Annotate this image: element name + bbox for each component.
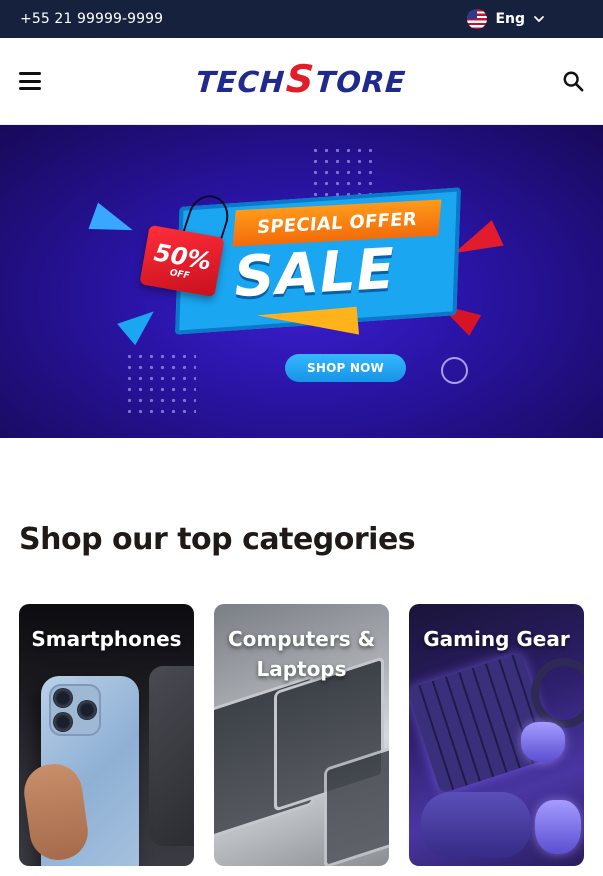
logo-text-left: TECH (195, 64, 287, 99)
contact-phone[interactable]: +55 21 99999-9999 (20, 11, 163, 27)
category-card-smartphones[interactable]: Smartphones (19, 604, 194, 866)
shop-now-button[interactable]: SHOP NOW (285, 354, 406, 382)
ring-decoration (441, 357, 468, 384)
category-card-gaming-gear[interactable]: Gaming Gear (409, 604, 584, 866)
language-label: Eng (495, 11, 525, 27)
us-flag-icon (467, 9, 488, 29)
language-selector[interactable]: Eng (467, 9, 545, 29)
chevron-down-icon (534, 16, 544, 23)
hamburger-icon[interactable] (19, 72, 41, 90)
sale-headline: SALE (232, 236, 398, 311)
triangle-decoration (88, 202, 138, 244)
gamepad-image (421, 792, 531, 858)
mouse-image (521, 722, 565, 762)
phone-image (149, 666, 194, 846)
techstore-logo[interactable]: TECH S TORE (195, 56, 408, 101)
search-icon[interactable] (562, 70, 584, 92)
hero-sale-banner[interactable]: + ✕ SPECIAL OFFER SALE 50% OFF SHOP NOW (0, 125, 603, 438)
category-card-computers-laptops[interactable]: Computers & Laptops (214, 604, 389, 866)
category-label: Computers & Laptops (227, 627, 376, 681)
logo-text-right: TORE (314, 64, 408, 99)
category-list: Smartphones Computers & Laptops Gaming G… (19, 604, 584, 866)
camera-module (49, 684, 101, 736)
logo-text-s: S (285, 56, 317, 101)
site-header: TECH S TORE (0, 38, 603, 125)
discount-tag: 50% OFF (139, 224, 225, 298)
mouse-image (535, 800, 581, 854)
dot-pattern-decoration (124, 351, 196, 413)
categories-heading: Shop our top categories (19, 522, 416, 557)
category-label: Smartphones (31, 627, 182, 651)
sale-graphic: SPECIAL OFFER SALE 50% OFF (138, 185, 468, 350)
category-label: Gaming Gear (423, 627, 570, 651)
top-bar: +55 21 99999-9999 Eng (0, 0, 603, 38)
